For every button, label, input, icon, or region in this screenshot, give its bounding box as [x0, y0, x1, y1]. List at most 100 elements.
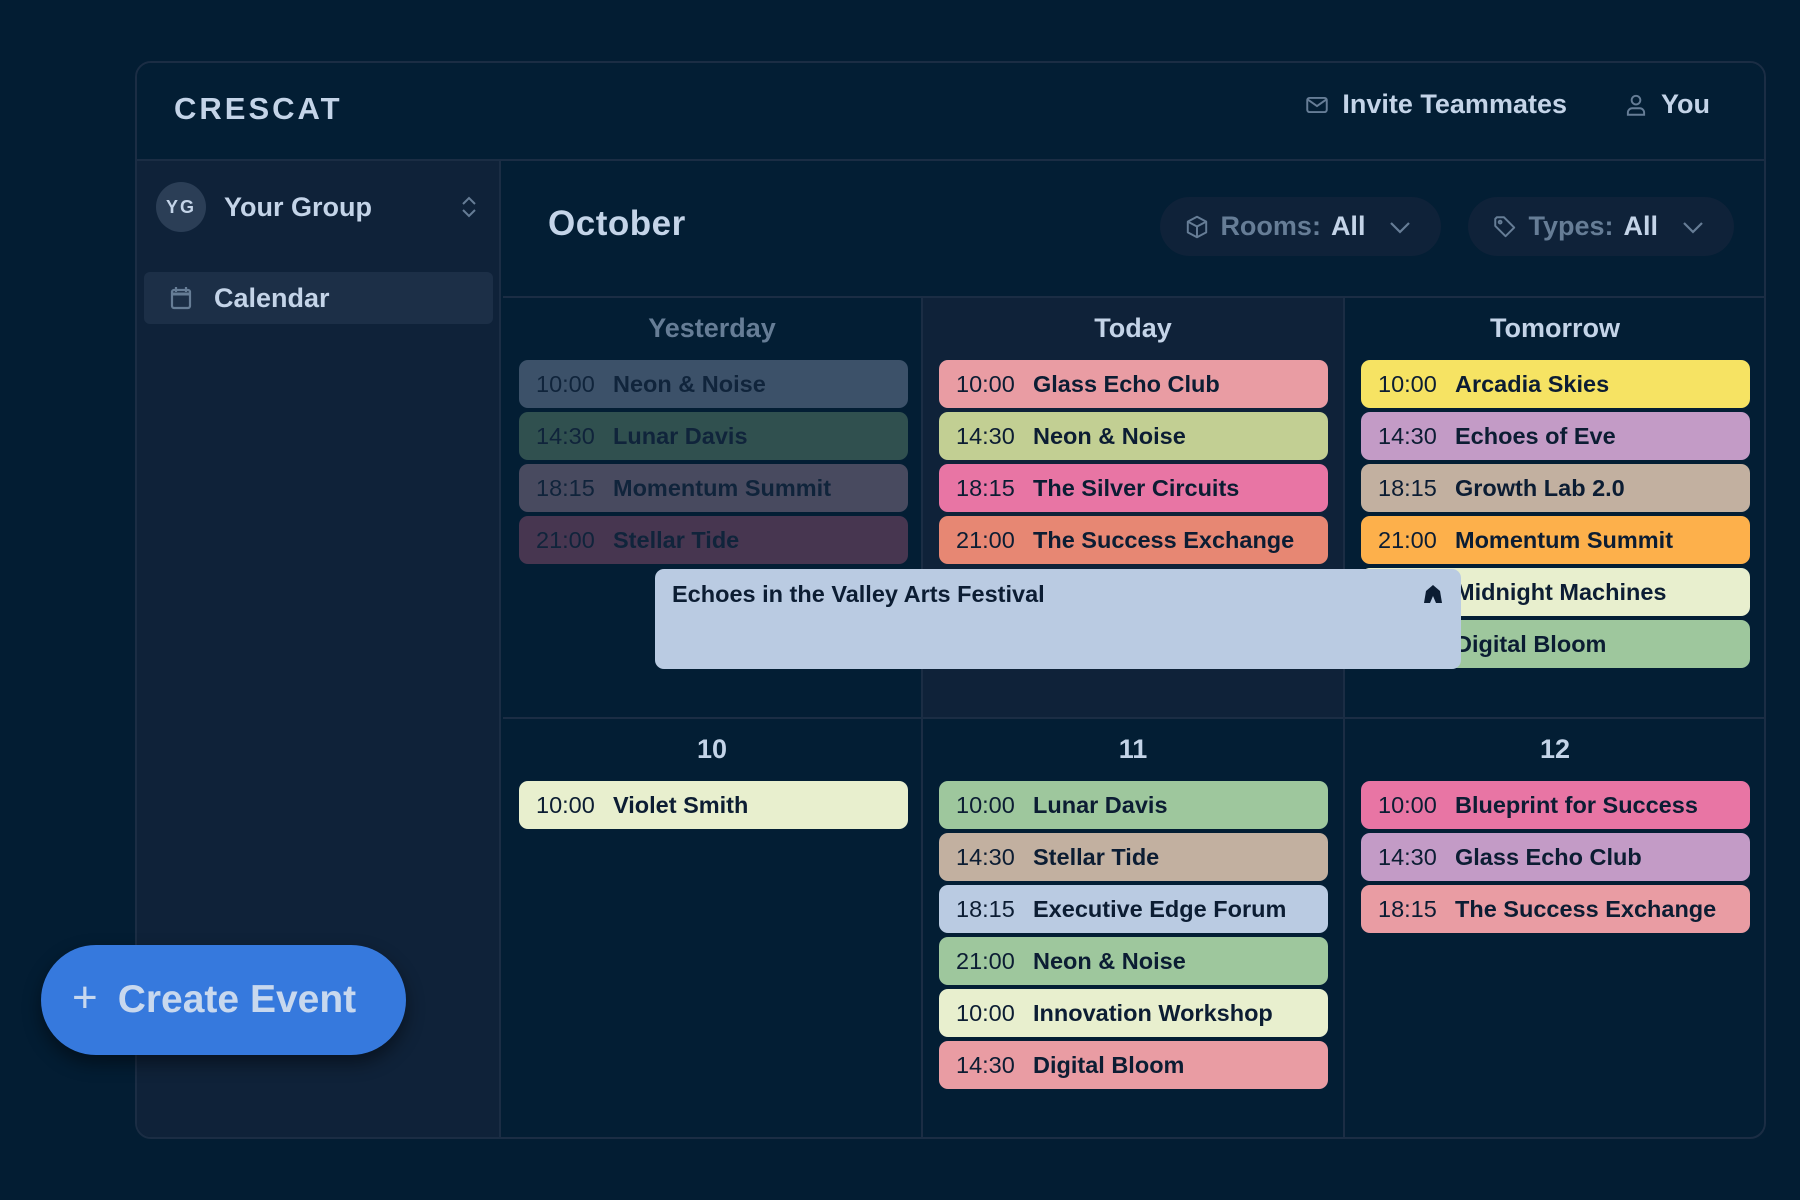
day-label: 12: [1539, 734, 1571, 764]
rooms-filter-label: Rooms:: [1220, 211, 1321, 241]
event-card[interactable]: 21:00 Stellar Tide: [519, 516, 908, 564]
event-time: 18:15: [1378, 474, 1437, 501]
event-name: Blueprint for Success: [1455, 791, 1698, 818]
event-time: 21:00: [536, 526, 595, 553]
event-time: 14:30: [536, 422, 595, 449]
event-card[interactable]: 18:15 The Success Exchange: [1361, 885, 1750, 933]
event-time: 10:00: [1378, 791, 1437, 818]
types-filter-value: All: [1623, 211, 1658, 241]
event-name: Glass Echo Club: [1033, 370, 1220, 397]
calendar-main: October Rooms: All Types: All 12 10:00 Blu…: [503, 161, 1764, 1137]
event-name: The Silver Circuits: [1033, 474, 1240, 501]
event-card[interactable]: 10:00 Glass Echo Club: [939, 360, 1328, 408]
day-label: 10: [696, 734, 728, 764]
types-filter-label: Types:: [1528, 211, 1614, 241]
event-name: Digital Bloom: [1455, 630, 1607, 657]
month-header: October Rooms: All Types: All: [503, 161, 1764, 298]
create-event-label: Create Event: [117, 978, 357, 1021]
user-label: You: [1661, 89, 1710, 119]
event-name: Innovation Workshop: [1033, 999, 1273, 1026]
event-card[interactable]: 18:15 Executive Edge Forum: [939, 885, 1328, 933]
day-cell[interactable]: 12 10:00 Blueprint for Success 14:30 Glass E…: [1345, 719, 1764, 1137]
multi-day-event[interactable]: Echoes in the Valley Arts Festival: [655, 569, 1461, 669]
rooms-filter-dropdown[interactable]: Rooms: All: [1160, 197, 1442, 256]
event-list: 10:00 Blueprint for Success 14:30 Glass Ech…: [1361, 781, 1750, 933]
event-name: Lunar Davis: [613, 422, 748, 449]
event-name: Echoes of Eve: [1455, 422, 1616, 449]
event-card[interactable]: 10:00 Arcadia Skies: [1361, 360, 1750, 408]
event-name: Digital Bloom: [1033, 1051, 1185, 1078]
group-avatar: YG: [156, 182, 206, 232]
event-time: 14:30: [956, 843, 1015, 870]
sidebar-item-calendar[interactable]: Calendar: [144, 272, 493, 324]
calendar-icon: [170, 287, 192, 310]
event-card[interactable]: 10:00 Neon & Noise: [519, 360, 908, 408]
event-name: The Success Exchange: [1455, 895, 1717, 922]
event-card[interactable]: 14:30 Stellar Tide: [939, 833, 1328, 881]
event-list: 10:00 Violet Smith: [519, 781, 908, 829]
tag-icon: [1494, 215, 1516, 237]
top-bar: CRESCAT Invite Teammates You: [137, 63, 1764, 161]
event-name: The Success Exchange: [1033, 526, 1295, 553]
event-card[interactable]: 10:00 Lunar Davis: [939, 781, 1328, 829]
event-name: Violet Smith: [613, 791, 749, 818]
event-name: Glass Echo Club: [1455, 843, 1642, 870]
chevron-down-icon: [1683, 221, 1703, 234]
event-time: 10:00: [956, 999, 1015, 1026]
types-filter-dropdown[interactable]: Types: All: [1468, 197, 1734, 256]
plus-icon: +: [72, 973, 98, 1022]
event-time: 14:30: [1378, 422, 1437, 449]
create-event-button[interactable]: + Create Event: [41, 945, 406, 1055]
day-label: Today: [1094, 313, 1172, 343]
day-cell[interactable]: 10 10:00 Violet Smith: [503, 719, 923, 1137]
event-time: 10:00: [536, 370, 595, 397]
user-icon: [1626, 94, 1646, 116]
event-card[interactable]: 10:00 Blueprint for Success: [1361, 781, 1750, 829]
event-time: 21:00: [956, 526, 1015, 553]
day-cell[interactable]: 11 10:00 Lunar Davis 14:30 Stellar Tide 18:15…: [923, 719, 1345, 1137]
event-card[interactable]: 18:15 Growth Lab 2.0: [1361, 464, 1750, 512]
chevron-down-icon: [1390, 221, 1411, 234]
invite-teammates-button[interactable]: Invite Teammates: [1304, 89, 1567, 120]
event-list: 10:00 Neon & Noise 14:30 Lunar Davis 18:15 Mo…: [519, 360, 908, 564]
event-time: 14:30: [956, 422, 1015, 449]
event-time: 14:30: [956, 1051, 1015, 1078]
event-card[interactable]: 14:30 Digital Bloom: [939, 1041, 1328, 1089]
day-label: Yesterday: [648, 313, 776, 343]
event-list: 10:00 Lunar Davis 14:30 Stellar Tide 18:15 Ex…: [939, 781, 1328, 1089]
event-name: Neon & Noise: [1033, 422, 1186, 449]
event-name: Lunar Davis: [1033, 791, 1168, 818]
user-menu-button[interactable]: You: [1623, 89, 1710, 120]
event-card[interactable]: 21:00 The Success Exchange: [939, 516, 1328, 564]
event-card[interactable]: 14:30 Glass Echo Club: [1361, 833, 1750, 881]
event-card[interactable]: 10:00 Innovation Workshop: [939, 989, 1328, 1037]
cube-icon: [1187, 215, 1208, 238]
event-card[interactable]: 18:15 The Silver Circuits: [939, 464, 1328, 512]
event-card[interactable]: 21:00 Momentum Summit: [1361, 516, 1750, 564]
event-card[interactable]: 18:15 Momentum Summit: [519, 464, 908, 512]
event-time: 21:00: [1378, 526, 1437, 553]
day-label: 11: [1118, 734, 1148, 764]
event-card[interactable]: 21:00 Neon & Noise: [939, 937, 1328, 985]
app-logo: CRESCAT: [174, 91, 343, 126]
event-card[interactable]: 14:30 Echoes of Eve: [1361, 412, 1750, 460]
calendar-grid: 12 10:00 Blueprint for Success 14:30 Glass E…: [503, 298, 1764, 1137]
event-card[interactable]: 14:30 Neon & Noise: [939, 412, 1328, 460]
event-card[interactable]: 14:30 Lunar Davis: [519, 412, 908, 460]
event-name: Stellar Tide: [613, 526, 740, 553]
event-list: 10:00 Glass Echo Club 14:30 Neon & Noise 18:…: [939, 360, 1328, 564]
chevron-up-down-icon: [462, 196, 476, 218]
event-time: 10:00: [956, 370, 1015, 397]
event-time: 18:15: [956, 895, 1015, 922]
group-switcher[interactable]: YG Your Group: [156, 181, 483, 233]
event-name: Arcadia Skies: [1455, 370, 1610, 397]
group-name: Your Group: [224, 191, 372, 222]
event-time: 21:00: [956, 947, 1015, 974]
month-title: October: [548, 204, 686, 243]
event-card[interactable]: 10:00 Violet Smith: [519, 781, 908, 829]
event-name: Momentum Summit: [1455, 526, 1674, 553]
event-time: 18:15: [1378, 895, 1437, 922]
event-time: 14:30: [1378, 843, 1437, 870]
event-time: 10:00: [1378, 370, 1437, 397]
day-label: Tomorrow: [1490, 313, 1620, 343]
